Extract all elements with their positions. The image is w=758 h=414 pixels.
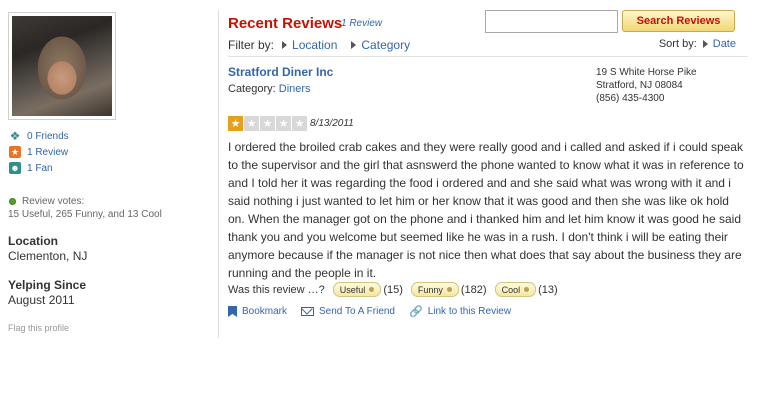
cool-button[interactable]: Cool (494, 282, 537, 297)
address-line-1: 19 S White Horse Pike (596, 67, 697, 78)
yelping-since-label: Yelping Since (8, 278, 87, 292)
star-rating: ★ ★ ★ ★ ★ 8/13/2011 (228, 116, 354, 131)
main-content: Recent Reviews 1 Review Search Reviews F… (228, 0, 748, 414)
filter-label: Filter by: (228, 38, 275, 52)
category-label: Category: (228, 83, 276, 95)
vote-row: Was this review …? Useful (15) Funny (18… (228, 282, 558, 297)
funny-count: (182) (460, 283, 487, 296)
business-name-link[interactable]: Stratford Diner Inc (228, 65, 333, 79)
avatar-photo (12, 16, 112, 116)
cool-label: Cool (501, 284, 521, 295)
address-line-2: Stratford, NJ 08084 (596, 80, 683, 91)
review-votes-label: Review votes: (9, 196, 84, 207)
triangle-right-icon (351, 41, 357, 49)
fans-link[interactable]: 1 Fan (27, 163, 53, 174)
star-empty-icon: ★ (276, 116, 291, 131)
useful-button[interactable]: Useful (332, 282, 382, 297)
business-address: 19 S White Horse Pike Stratford, NJ 0808… (596, 66, 697, 105)
category-link[interactable]: Diners (279, 83, 311, 95)
dot-icon (446, 287, 452, 292)
reviews-link[interactable]: 1 Review (27, 147, 68, 158)
vertical-divider (218, 10, 219, 338)
funny-label: Funny (417, 284, 443, 295)
friends-stat[interactable]: ❖ 0 Friends (9, 129, 69, 143)
link-to-review-action[interactable]: 🔗 Link to this Review (409, 305, 511, 318)
dot-icon (369, 287, 375, 292)
star-filled-icon: ★ (228, 116, 243, 131)
review-actions: Bookmark Send To A Friend 🔗 Link to this… (228, 305, 525, 318)
useful-count: (15) (383, 283, 403, 296)
reviews-stat[interactable]: ★ 1 Review (9, 145, 68, 159)
friends-link[interactable]: 0 Friends (27, 131, 69, 142)
star-empty-icon: ★ (244, 116, 259, 131)
votes-dot-icon (9, 198, 16, 205)
dot-icon (524, 287, 530, 292)
bookmark-icon (228, 306, 237, 317)
fans-stat[interactable]: ☻ 1 Fan (9, 161, 53, 175)
star-icon: ★ (9, 146, 21, 158)
review-count: 1 Review (341, 18, 383, 29)
was-useful-label: Was this review …? (228, 283, 325, 296)
avatar[interactable] (8, 12, 116, 120)
link-to-review-label[interactable]: Link to this Review (428, 306, 511, 317)
yelping-since-value: August 2011 (8, 293, 75, 307)
send-to-friend-action[interactable]: Send To A Friend (301, 306, 395, 317)
search-reviews-button[interactable]: Search Reviews (622, 10, 735, 32)
location-value: Clementon, NJ (8, 249, 88, 263)
filter-location-link[interactable]: Location (292, 38, 337, 52)
cool-count: (13) (538, 283, 558, 296)
horizontal-divider (228, 56, 748, 57)
review-text: I ordered the broiled crab cakes and the… (228, 140, 744, 280)
star-empty-icon: ★ (292, 116, 307, 131)
filter-category-link[interactable]: Category (361, 38, 410, 52)
sort-date-link[interactable]: Date (713, 38, 736, 50)
review-votes-value: 15 Useful, 265 Funny, and 13 Cool (8, 209, 162, 220)
star-empty-icon: ★ (260, 116, 275, 131)
business-phone: (856) 435-4300 (596, 93, 665, 104)
review-date: 8/13/2011 (310, 118, 354, 129)
useful-label: Useful (339, 284, 366, 295)
link-icon: 🔗 (409, 306, 423, 318)
review-votes-label-text: Review votes: (22, 196, 85, 207)
flag-profile-link[interactable]: Flag this profile (8, 323, 69, 333)
location-label: Location (8, 234, 58, 248)
filter-bar: Filter by: Location Category (228, 38, 410, 52)
triangle-right-icon (282, 41, 288, 49)
envelope-icon (301, 307, 315, 316)
business-category: Category: Diners (228, 83, 311, 95)
triangle-right-icon (702, 40, 708, 48)
bookmark-label[interactable]: Bookmark (242, 306, 287, 317)
search-input[interactable] (485, 10, 618, 33)
sort-bar: Sort by: Date (659, 38, 736, 50)
friends-icon: ❖ (9, 129, 21, 143)
sort-label: Sort by: (658, 38, 697, 50)
bookmark-action[interactable]: Bookmark (228, 306, 287, 317)
send-to-friend-label[interactable]: Send To A Friend (319, 306, 395, 317)
funny-button[interactable]: Funny (410, 282, 459, 297)
fan-icon: ☻ (9, 162, 21, 174)
page-title: Recent Reviews (228, 15, 343, 32)
